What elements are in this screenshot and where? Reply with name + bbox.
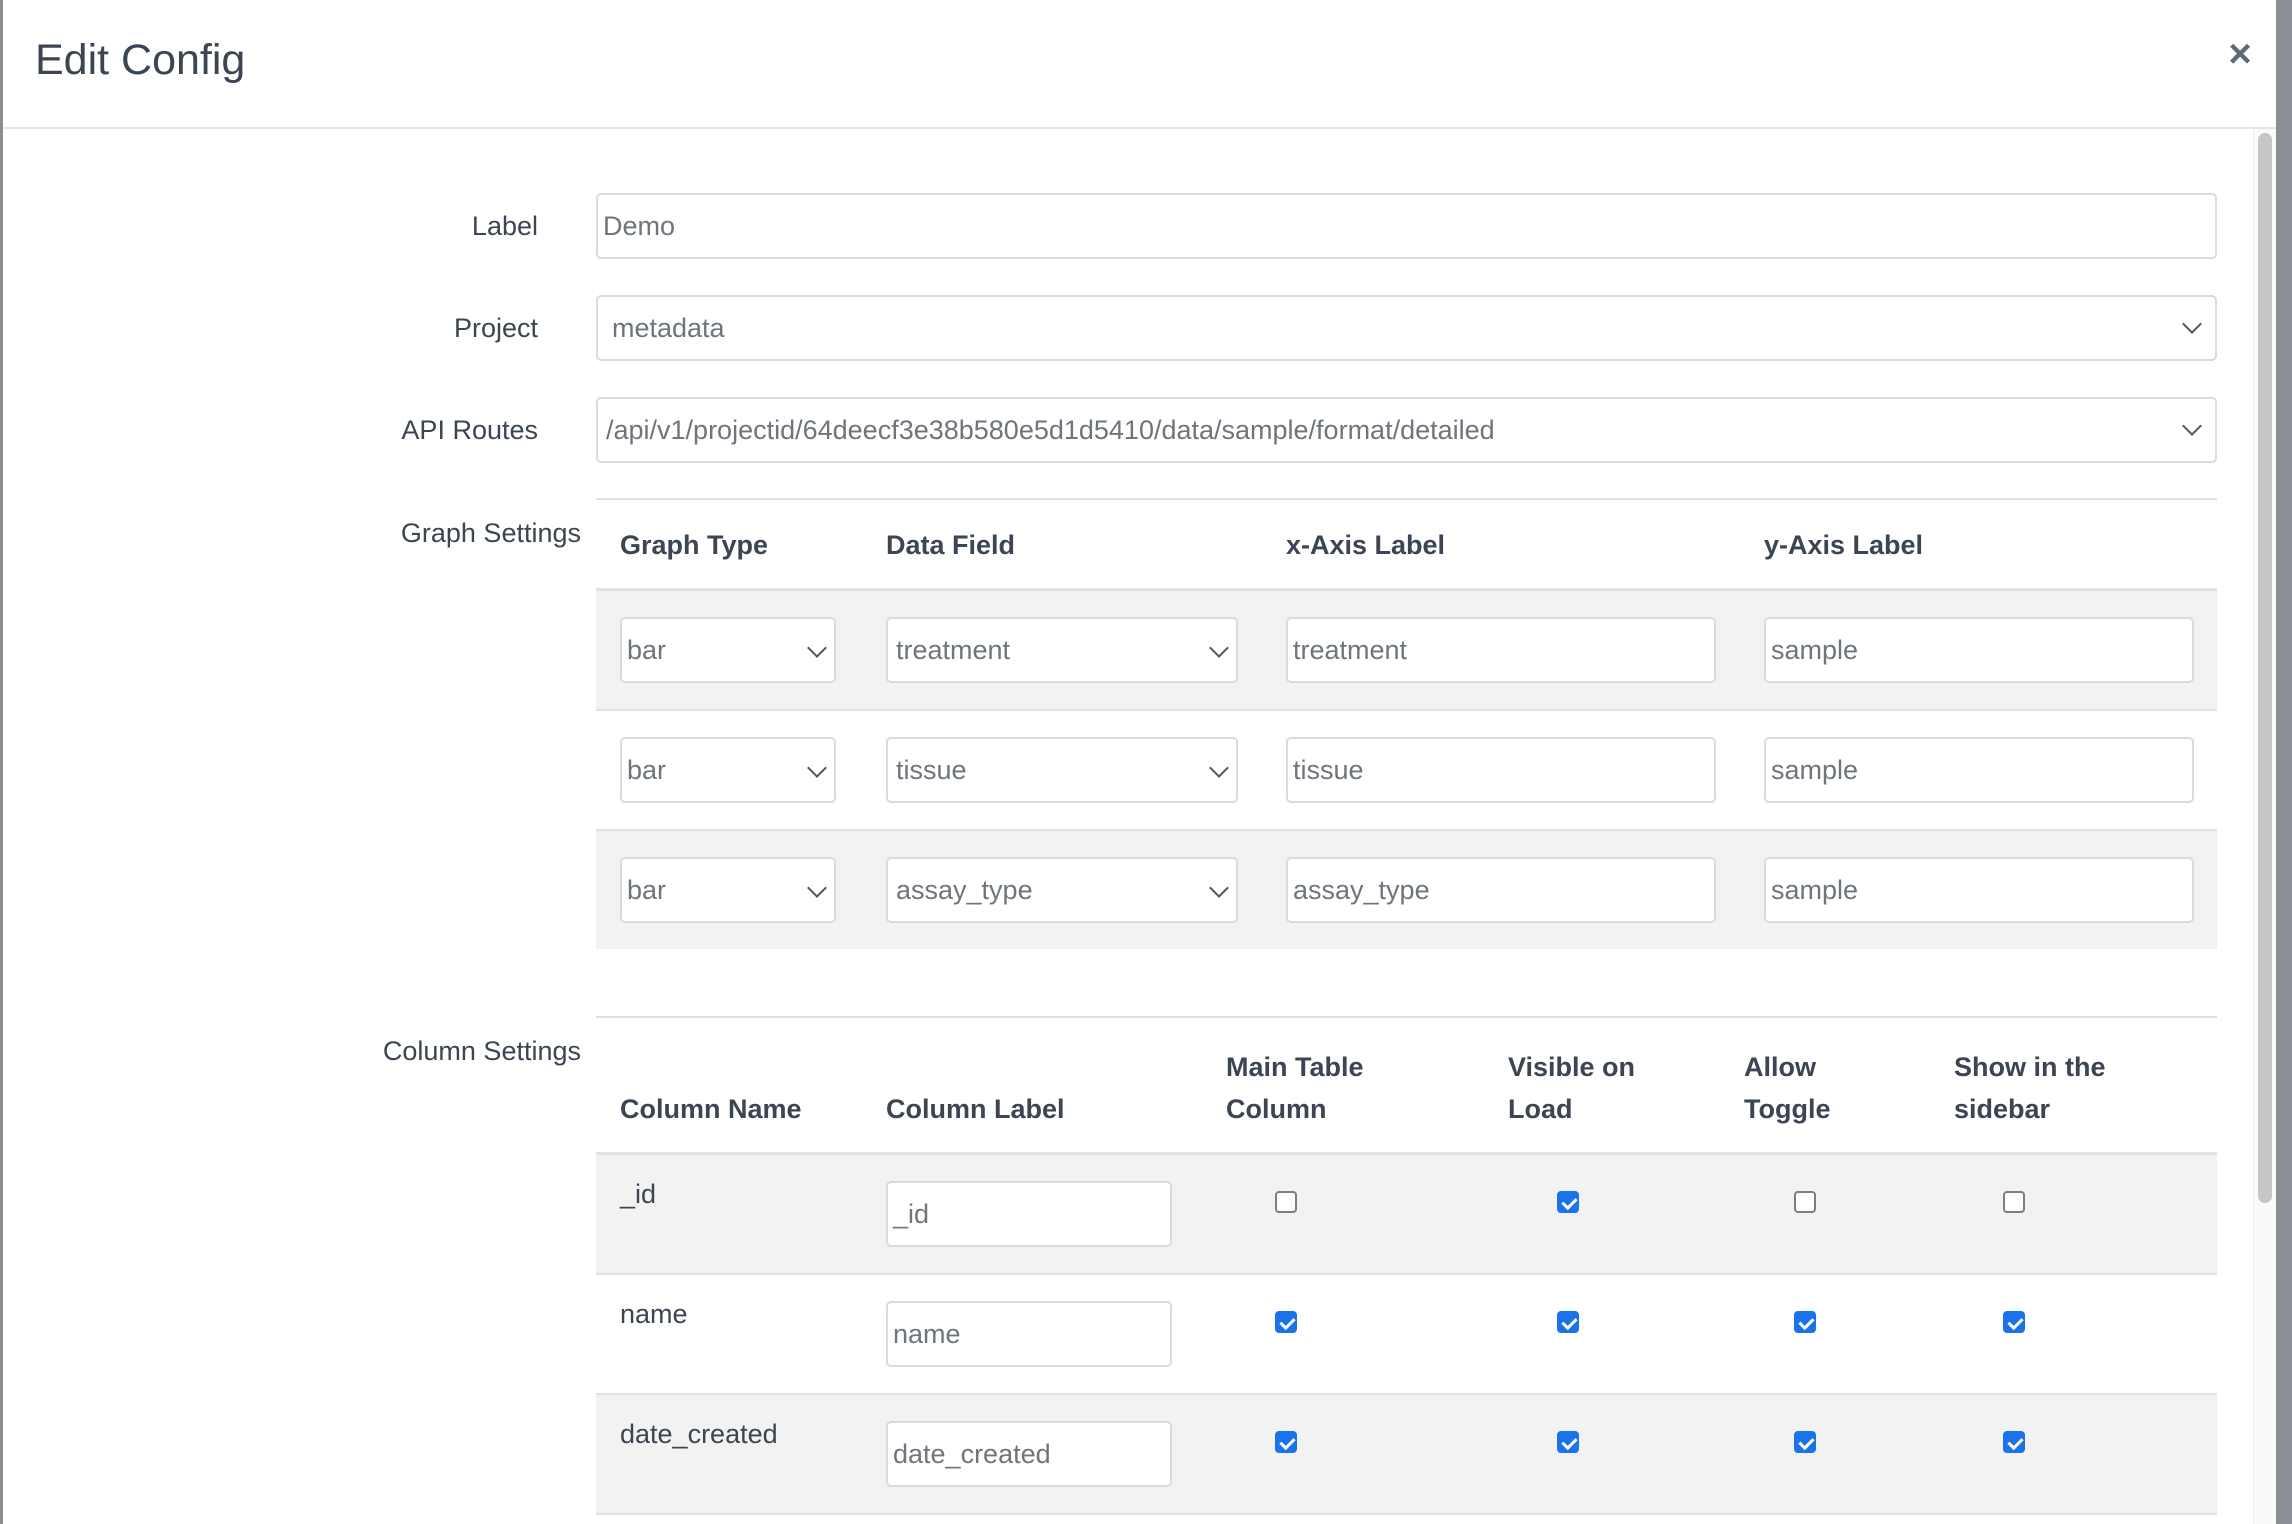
x-axis-label-input[interactable]: tissue xyxy=(1286,737,1716,803)
chevron-down-icon xyxy=(807,878,827,898)
chevron-down-icon xyxy=(1209,878,1229,898)
header-column-name: Column Name xyxy=(620,1094,802,1124)
header-main-table-column-l2: Column xyxy=(1226,1094,1327,1124)
label-input[interactable] xyxy=(596,193,2217,259)
scrollbar-thumb[interactable] xyxy=(2258,133,2272,1203)
y-axis-label-input[interactable]: sample xyxy=(1764,737,2194,803)
column-name: date_created xyxy=(620,1419,778,1449)
chevron-down-icon xyxy=(1209,758,1229,778)
api-routes-select-value: /api/v1/projectid/64deecf3e38b580e5d1d54… xyxy=(606,414,1495,445)
data-field-value: treatment xyxy=(896,634,1011,665)
header-y-axis-label: y-Axis Label xyxy=(1764,530,1924,560)
column-label-input[interactable]: _id xyxy=(886,1181,1172,1247)
show-in-sidebar-checkbox[interactable] xyxy=(2003,1191,2025,1213)
graph-type-value: bar xyxy=(627,754,667,785)
project-select-value: metadata xyxy=(612,312,725,343)
column-name: name xyxy=(620,1299,688,1329)
chevron-down-icon xyxy=(2182,314,2202,334)
graph-type-value: bar xyxy=(627,634,667,665)
header-visible-on-load-l1: Visible on xyxy=(1508,1052,1636,1082)
header-graph-type: Graph Type xyxy=(620,530,769,560)
graph-row: bar treatment treatment sample xyxy=(596,591,2217,711)
header-column-label: Column Label xyxy=(886,1094,1065,1124)
header-main-table-column-l1: Main Table xyxy=(1226,1052,1364,1082)
api-routes-field-label: API Routes xyxy=(401,415,538,445)
visible-on-load-checkbox[interactable] xyxy=(1557,1431,1579,1453)
allow-toggle-checkbox[interactable] xyxy=(1794,1311,1816,1333)
main-table-column-checkbox[interactable] xyxy=(1275,1311,1297,1333)
graph-type-select[interactable]: bar xyxy=(620,857,836,923)
allow-toggle-checkbox[interactable] xyxy=(1794,1191,1816,1213)
visible-on-load-checkbox[interactable] xyxy=(1557,1311,1579,1333)
header-show-in-sidebar-l1: Show in the xyxy=(1954,1052,2106,1082)
header-allow-toggle-l1: Allow xyxy=(1744,1052,1816,1082)
x-axis-label-input[interactable]: treatment xyxy=(1286,617,1716,683)
x-axis-label-input[interactable]: assay_type xyxy=(1286,857,1716,923)
column-row: _id _id xyxy=(596,1155,2217,1275)
project-select[interactable]: metadata xyxy=(596,295,2217,361)
api-routes-select[interactable]: /api/v1/projectid/64deecf3e38b580e5d1d54… xyxy=(596,397,2217,463)
allow-toggle-checkbox[interactable] xyxy=(1794,1431,1816,1453)
main-table-column-checkbox[interactable] xyxy=(1275,1191,1297,1213)
header-visible-on-load-l2: Load xyxy=(1508,1094,1573,1124)
close-icon[interactable]: × xyxy=(2218,32,2262,76)
graph-type-select[interactable]: bar xyxy=(620,617,836,683)
edit-config-modal: Edit Config × Label Project metadata API… xyxy=(3,0,2276,1524)
show-in-sidebar-checkbox[interactable] xyxy=(2003,1431,2025,1453)
data-field-value: tissue xyxy=(896,754,967,785)
visible-on-load-checkbox[interactable] xyxy=(1557,1191,1579,1213)
chevron-down-icon xyxy=(807,758,827,778)
chevron-down-icon xyxy=(807,638,827,658)
column-table-header: Column Name Column Label Main Table Colu… xyxy=(596,1016,2217,1155)
column-settings-label: Column Settings xyxy=(382,1036,581,1066)
graph-row: bar tissue tissue sample xyxy=(596,711,2217,831)
chevron-down-icon xyxy=(1209,638,1229,658)
column-row: date_created date_created xyxy=(596,1395,2217,1515)
graph-table-header: Graph Type Data Field x-Axis Label y-Axi… xyxy=(596,498,2217,591)
header-show-in-sidebar-l2: sidebar xyxy=(1954,1094,2051,1124)
graph-row: bar assay_type assay_type sample xyxy=(596,831,2217,949)
data-field-value: assay_type xyxy=(896,874,1033,905)
graph-settings-label: Graph Settings xyxy=(400,518,581,548)
graph-type-value: bar xyxy=(627,874,667,905)
modal-header: Edit Config × xyxy=(3,0,2276,129)
modal-title: Edit Config xyxy=(35,36,246,84)
column-label-input[interactable]: name xyxy=(886,1301,1172,1367)
chevron-down-icon xyxy=(2182,416,2202,436)
column-name: _id xyxy=(620,1179,657,1209)
column-row: name name xyxy=(596,1275,2217,1395)
y-axis-label-input[interactable]: sample xyxy=(1764,857,2194,923)
main-table-column-checkbox[interactable] xyxy=(1275,1431,1297,1453)
graph-type-select[interactable]: bar xyxy=(620,737,836,803)
column-label-input[interactable]: date_created xyxy=(886,1421,1172,1487)
header-x-axis-label: x-Axis Label xyxy=(1286,530,1446,560)
data-field-select[interactable]: treatment xyxy=(886,617,1238,683)
header-data-field: Data Field xyxy=(886,530,1016,560)
data-field-select[interactable]: assay_type xyxy=(886,857,1238,923)
column-settings-table: Column Name Column Label Main Table Colu… xyxy=(596,1016,2217,1515)
data-field-select[interactable]: tissue xyxy=(886,737,1238,803)
show-in-sidebar-checkbox[interactable] xyxy=(2003,1311,2025,1333)
graph-settings-table: Graph Type Data Field x-Axis Label y-Axi… xyxy=(596,498,2217,949)
project-field-label: Project xyxy=(453,313,538,343)
y-axis-label-input[interactable]: sample xyxy=(1764,617,2194,683)
header-allow-toggle-l2: Toggle xyxy=(1744,1094,1831,1124)
label-field-label: Label xyxy=(471,211,538,241)
